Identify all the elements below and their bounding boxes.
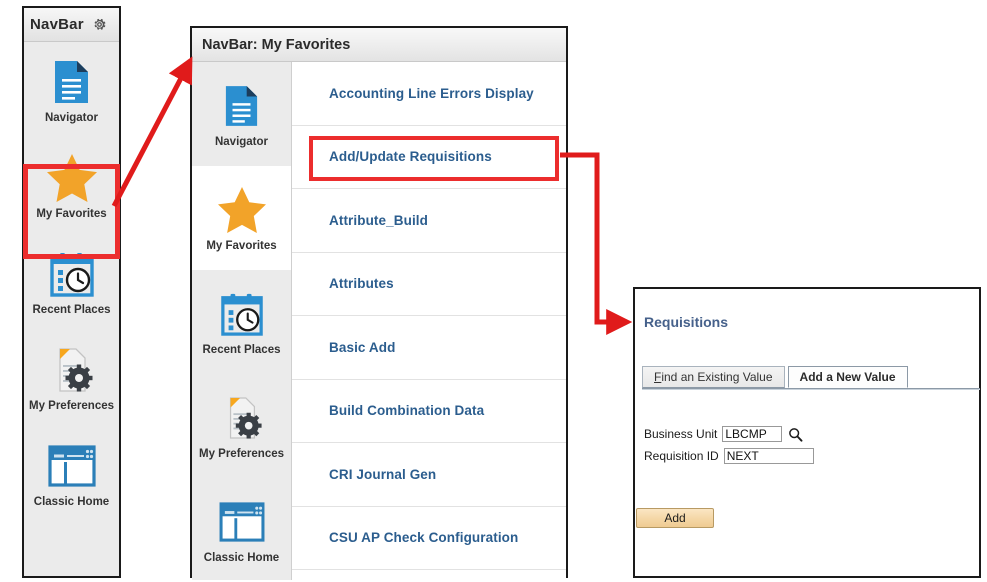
document-gear-icon	[221, 391, 263, 445]
gear-icon[interactable]	[91, 16, 108, 33]
rail-item-label: My Favorites	[206, 240, 277, 253]
star-icon	[217, 183, 267, 237]
favorites-menu-list: Accounting Line Errors Display Add/Updat…	[292, 62, 566, 580]
business-unit-field[interactable]	[722, 426, 783, 442]
rail-item-my-favorites[interactable]: My Favorites	[192, 166, 291, 270]
rail-item-recent-places[interactable]: Recent Places	[192, 270, 291, 374]
business-unit-row: Business Unit	[644, 426, 803, 442]
tab-add-a-new-value[interactable]: Add a New Value	[787, 366, 908, 388]
menu-item-label: Attributes	[329, 276, 394, 292]
sidebar-item-label: Navigator	[44, 112, 99, 125]
rail-item-label: Recent Places	[202, 344, 281, 357]
menu-item-label: CRI Journal Gen	[329, 466, 437, 482]
document-icon	[53, 55, 90, 109]
requisition-id-field[interactable]	[723, 448, 814, 464]
menu-item-attributes[interactable]: Attributes	[292, 253, 566, 316]
sidebar-item-classic-home[interactable]: Classic Home	[24, 426, 119, 522]
navbar-title: NavBar	[30, 16, 84, 33]
menu-item-label: Accounting Line Errors Display	[329, 85, 534, 101]
rail-item-my-preferences[interactable]: My Preferences	[192, 374, 291, 478]
rail-item-classic-home[interactable]: Classic Home	[192, 478, 291, 580]
requisition-id-row: Requisition ID	[644, 448, 814, 464]
star-icon	[46, 151, 98, 205]
navbar-panel: NavBar Navigator My Favorites Recent Pla…	[22, 6, 121, 578]
rail-item-label: Navigator	[214, 136, 269, 149]
arrow-requisitions-elbow	[560, 152, 633, 335]
menu-item-build-combination-data[interactable]: Build Combination Data	[292, 380, 566, 443]
tab-label: Add a New Value	[799, 370, 896, 384]
browser-window-icon	[47, 439, 96, 493]
document-icon	[224, 79, 259, 133]
sidebar-item-label: My Preferences	[28, 400, 115, 413]
sidebar-item-label: My Favorites	[36, 208, 107, 221]
magnifier-icon[interactable]	[788, 427, 803, 442]
calendar-clock-icon	[49, 247, 95, 301]
menu-item-csu-ap-check-configuration[interactable]: CSU AP Check Configuration	[292, 507, 566, 570]
rail-item-label: Classic Home	[203, 552, 280, 565]
rail-item-navigator[interactable]: Navigator	[192, 62, 291, 166]
sidebar-item-my-preferences[interactable]: My Preferences	[24, 330, 119, 426]
page-title: Requisitions	[644, 314, 729, 330]
menu-item-label: Attribute_Build	[329, 212, 428, 228]
tab-label-rest: ind an Existing Value	[661, 370, 773, 384]
menu-item-add-update-requisitions[interactable]: Add/Update Requisitions	[292, 126, 566, 189]
menu-item-label: Add/Update Requisitions	[329, 149, 492, 165]
arrow-favorites-to-panel	[111, 56, 193, 208]
browser-window-icon	[219, 495, 265, 549]
menu-item-cri-journal-gen[interactable]: CRI Journal Gen	[292, 443, 566, 507]
menu-item-label: Basic Add	[329, 339, 396, 355]
favorites-header-title: NavBar: My Favorites	[202, 36, 351, 53]
menu-item-attribute-build[interactable]: Attribute_Build	[292, 189, 566, 253]
requisitions-panel: Requisitions Find an Existing Value Add …	[633, 287, 981, 578]
tab-accel-letter: F	[654, 370, 662, 384]
sidebar-item-navigator[interactable]: Navigator	[24, 42, 119, 138]
navbar-header: NavBar	[24, 8, 119, 42]
add-button[interactable]: Add	[636, 508, 714, 528]
calendar-clock-icon	[220, 287, 264, 341]
sidebar-item-label: Classic Home	[33, 496, 110, 509]
menu-item-basic-add[interactable]: Basic Add	[292, 316, 566, 380]
business-unit-label: Business Unit	[644, 427, 718, 441]
sidebar-item-my-favorites[interactable]: My Favorites	[24, 138, 119, 234]
rail-item-label: My Preferences	[198, 448, 285, 461]
menu-item-accounting-line-errors-display[interactable]: Accounting Line Errors Display	[292, 62, 566, 126]
menu-item-label: Build Combination Data	[329, 403, 485, 419]
favorites-rail: Navigator My Favorites Recent Places My …	[192, 62, 292, 580]
menu-item-label: CSU AP Check Configuration	[329, 530, 519, 546]
sidebar-item-label: Recent Places	[32, 304, 111, 317]
requisition-id-label: Requisition ID	[644, 449, 719, 463]
sidebar-item-recent-places[interactable]: Recent Places	[24, 234, 119, 330]
document-gear-icon	[50, 343, 94, 397]
requisitions-tabs: Find an Existing Value Add a New Value	[642, 366, 980, 388]
favorites-body: Navigator My Favorites Recent Places My …	[192, 62, 566, 580]
favorites-header: NavBar: My Favorites	[192, 28, 566, 62]
tab-underline-shadow	[642, 388, 980, 390]
tab-find-an-existing-value[interactable]: Find an Existing Value	[642, 366, 785, 388]
navbar-tile-list: Navigator My Favorites Recent Places My …	[24, 42, 119, 522]
favorites-panel: NavBar: My Favorites Navigator My Favori…	[190, 26, 568, 580]
